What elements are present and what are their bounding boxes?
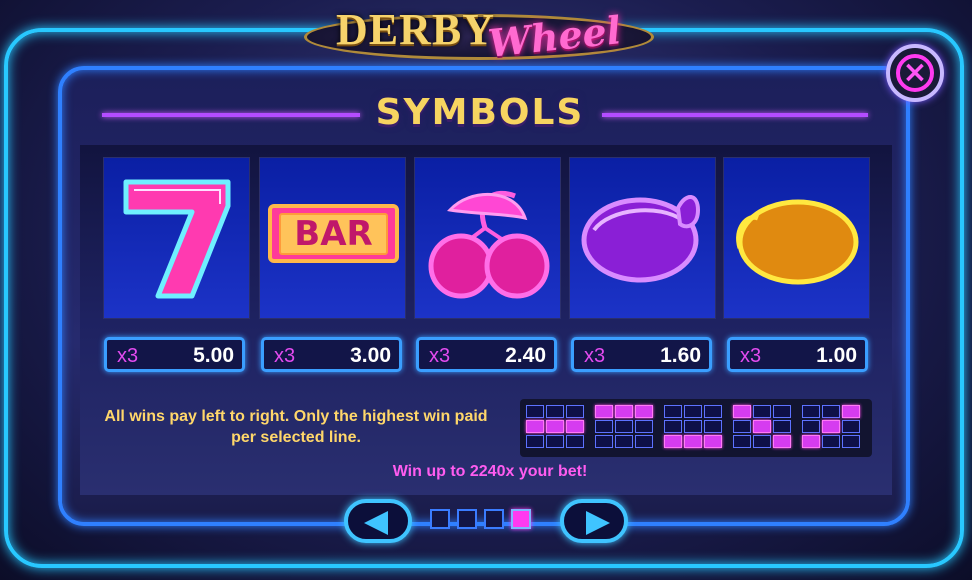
payline-cell bbox=[704, 435, 722, 448]
payline-cell bbox=[773, 435, 791, 448]
payout-value: 1.00 bbox=[816, 344, 857, 367]
payline-cell bbox=[546, 420, 564, 433]
payline-cell bbox=[526, 435, 544, 448]
payout-count: x3 bbox=[117, 345, 139, 367]
page-dot[interactable] bbox=[457, 509, 477, 529]
close-icon: × bbox=[902, 55, 928, 90]
payline-cell bbox=[546, 405, 564, 418]
cherry-icon bbox=[428, 190, 550, 299]
payline-cell bbox=[822, 435, 840, 448]
payline-cell bbox=[566, 420, 584, 433]
payline-cell bbox=[753, 435, 771, 448]
game-logo: DERBY Wheel bbox=[304, 0, 654, 72]
payout-value: 5.00 bbox=[193, 344, 234, 367]
title-divider-left bbox=[102, 113, 360, 117]
payline-cell bbox=[773, 405, 791, 418]
symbol-tile-plum bbox=[569, 157, 716, 319]
symbol-tile-cherry bbox=[414, 157, 561, 319]
payout-value: 2.40 bbox=[505, 344, 546, 367]
seven-icon bbox=[123, 179, 231, 299]
payline-cell bbox=[733, 405, 751, 418]
payline-cell bbox=[526, 405, 544, 418]
payout-box-plum: x3 1.60 bbox=[571, 337, 712, 372]
payline-cell bbox=[615, 405, 633, 418]
payline-cell bbox=[664, 435, 682, 448]
page-dot[interactable] bbox=[430, 509, 450, 529]
payline-grid bbox=[802, 405, 864, 450]
payline-cell bbox=[615, 435, 633, 448]
payout-count: x3 bbox=[274, 345, 296, 367]
payline-grid bbox=[733, 405, 795, 450]
payline-cell bbox=[802, 420, 820, 433]
payline-cell bbox=[822, 405, 840, 418]
page-dot[interactable] bbox=[484, 509, 504, 529]
payline-cell bbox=[595, 420, 613, 433]
arrow-left-icon bbox=[364, 511, 388, 535]
payline-cell bbox=[595, 435, 613, 448]
rules-text: All wins pay left to right. Only the hig… bbox=[104, 408, 488, 446]
page-title: SYMBOLS bbox=[375, 92, 585, 133]
payline-grid bbox=[595, 405, 657, 450]
payline-cell bbox=[595, 405, 613, 418]
payline-cell bbox=[773, 420, 791, 433]
payline-cell bbox=[546, 435, 564, 448]
payline-cell bbox=[664, 420, 682, 433]
payline-grid bbox=[526, 405, 588, 450]
payline-cell bbox=[842, 405, 860, 418]
payline-cell bbox=[615, 420, 633, 433]
payline-cell bbox=[733, 420, 751, 433]
logo-word-derby: DERBY bbox=[336, 5, 496, 54]
bar-icon: BAR bbox=[294, 214, 373, 254]
payline-cell bbox=[635, 405, 653, 418]
close-button[interactable]: × bbox=[886, 44, 944, 102]
payout-count: x3 bbox=[429, 345, 451, 367]
payline-cell bbox=[684, 435, 702, 448]
title-divider-right bbox=[602, 113, 868, 117]
payline-cell bbox=[753, 420, 771, 433]
payout-box-lemon: x3 1.00 bbox=[727, 337, 868, 372]
payout-value: 3.00 bbox=[350, 344, 391, 367]
page-dot[interactable] bbox=[511, 509, 531, 529]
plum-icon bbox=[581, 195, 701, 283]
payline-cell bbox=[704, 420, 722, 433]
payline-cell bbox=[684, 420, 702, 433]
payline-cell bbox=[566, 405, 584, 418]
payout-count: x3 bbox=[740, 345, 762, 367]
payline-cell bbox=[664, 405, 682, 418]
next-page-button[interactable] bbox=[560, 499, 628, 543]
payline-cell bbox=[802, 435, 820, 448]
payline-cell bbox=[822, 420, 840, 433]
payline-cell bbox=[684, 405, 702, 418]
payline-grid bbox=[664, 405, 726, 450]
max-win-text: Win up to 2240x your bet! bbox=[392, 463, 588, 480]
page-indicator bbox=[430, 509, 542, 533]
payout-box-cherry: x3 2.40 bbox=[416, 337, 557, 372]
payout-value: 1.60 bbox=[660, 344, 701, 367]
payline-cell bbox=[635, 420, 653, 433]
payline-cell bbox=[753, 405, 771, 418]
lemon-icon bbox=[736, 199, 859, 285]
symbol-tile-lemon bbox=[723, 157, 870, 319]
payline-cell bbox=[842, 435, 860, 448]
payline-cell bbox=[566, 435, 584, 448]
payline-cell bbox=[733, 435, 751, 448]
payout-count: x3 bbox=[584, 345, 606, 367]
payline-cell bbox=[704, 405, 722, 418]
payline-cell bbox=[842, 420, 860, 433]
payout-box-seven: x3 5.00 bbox=[104, 337, 245, 372]
symbol-tile-seven bbox=[103, 157, 250, 319]
payline-cell bbox=[526, 420, 544, 433]
payline-cell bbox=[802, 405, 820, 418]
payout-box-bar: x3 3.00 bbox=[261, 337, 402, 372]
payline-cell bbox=[635, 435, 653, 448]
symbol-tile-bar: BAR bbox=[259, 157, 406, 319]
paylines-panel bbox=[520, 399, 872, 457]
arrow-right-icon bbox=[586, 511, 610, 535]
prev-page-button[interactable] bbox=[344, 499, 412, 543]
